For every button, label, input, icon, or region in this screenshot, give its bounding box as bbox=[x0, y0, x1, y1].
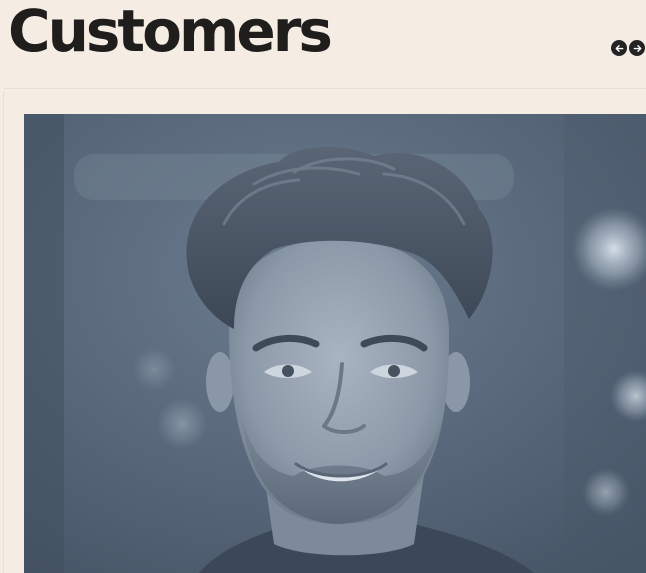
section-header: Customers bbox=[0, 0, 646, 90]
arrow-right-icon bbox=[633, 44, 641, 52]
customer-card[interactable] bbox=[24, 114, 646, 573]
carousel-prev-button[interactable] bbox=[611, 40, 627, 56]
arrow-left-icon bbox=[615, 44, 623, 52]
carousel-next-button[interactable] bbox=[629, 40, 645, 56]
carousel-controls bbox=[611, 40, 645, 56]
header-divider bbox=[4, 88, 646, 89]
page-title: Customers bbox=[8, 0, 333, 65]
customers-section: Customers bbox=[0, 0, 646, 573]
left-border bbox=[3, 91, 4, 573]
customer-photo bbox=[24, 114, 646, 573]
